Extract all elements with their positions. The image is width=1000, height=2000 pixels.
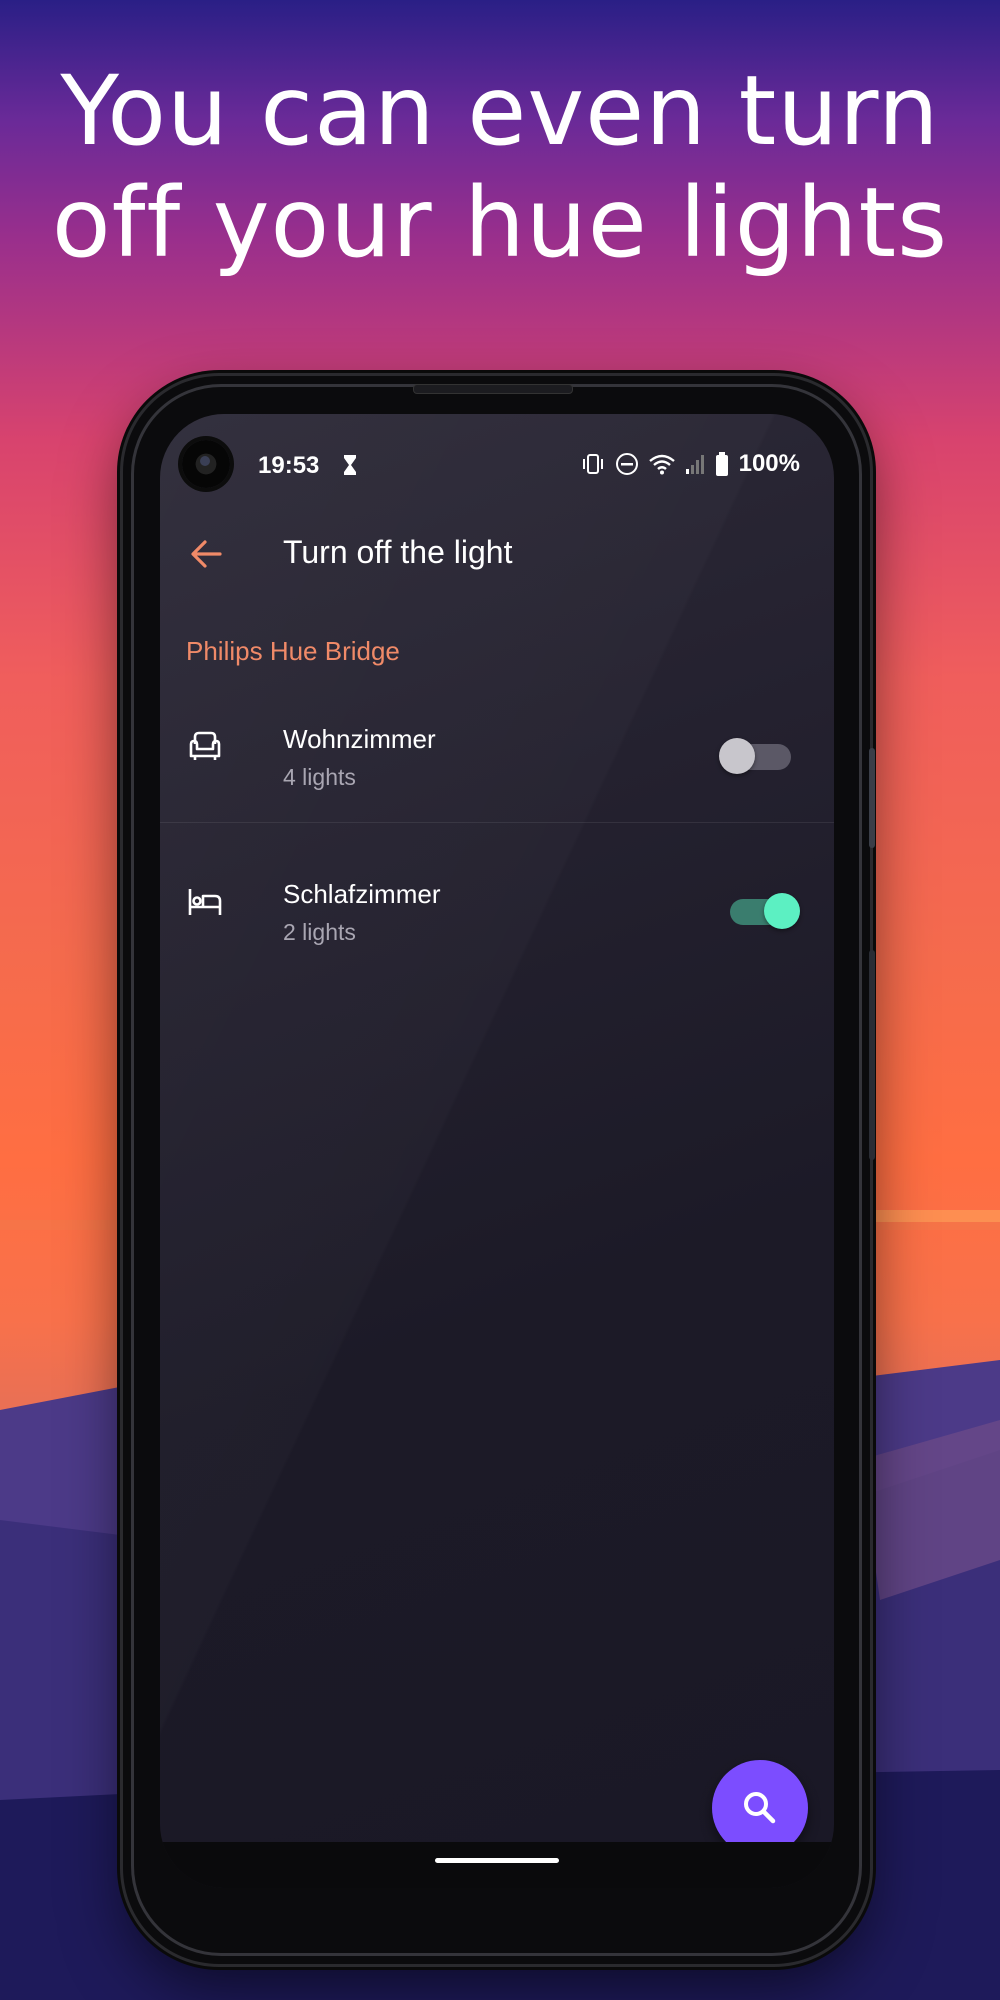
room-name: Schlafzimmer xyxy=(283,879,441,909)
divider xyxy=(160,822,834,823)
front-camera xyxy=(182,440,230,488)
battery-icon xyxy=(715,452,728,476)
wifi-icon xyxy=(648,454,675,475)
battery-percent: 100% xyxy=(738,450,800,477)
phone-screen: 19:53 100% Turn off the light Philips Hu… xyxy=(160,414,834,1888)
status-time: 19:53 xyxy=(258,452,320,479)
navigation-bar xyxy=(160,1842,834,1888)
status-icons: 100% xyxy=(581,450,800,478)
volume-button xyxy=(869,748,875,848)
section-header: Philips Hue Bridge xyxy=(186,636,400,666)
bed-icon xyxy=(188,889,222,915)
earpiece-speaker xyxy=(413,384,573,394)
app-bar: Turn off the light xyxy=(160,514,834,594)
gesture-handle[interactable] xyxy=(435,1858,559,1863)
power-button xyxy=(869,950,875,1160)
light-toggle-wohnzimmer[interactable] xyxy=(719,738,791,774)
headline: You can even turn off your hue lights xyxy=(0,55,1000,279)
hourglass-icon xyxy=(344,455,356,475)
light-toggle-schlafzimmer[interactable] xyxy=(730,893,800,929)
headline-line-2: off your hue lights xyxy=(51,167,949,279)
room-item-schlafzimmer[interactable]: Schlafzimmer 2 lights xyxy=(160,859,834,989)
search-icon xyxy=(744,1792,776,1824)
vibrate-icon xyxy=(582,454,603,474)
signal-icon xyxy=(685,455,704,474)
room-light-count: 4 lights xyxy=(283,764,356,790)
page-title: Turn off the light xyxy=(283,534,513,570)
arrow-left-icon[interactable] xyxy=(188,536,224,572)
armchair-icon xyxy=(189,731,221,760)
toggle-thumb xyxy=(764,893,800,929)
room-name: Wohnzimmer xyxy=(283,724,436,754)
room-light-count: 2 lights xyxy=(283,919,356,945)
room-item-wohnzimmer[interactable]: Wohnzimmer 4 lights xyxy=(160,704,834,834)
toggle-thumb xyxy=(719,738,755,774)
headline-line-1: You can even turn xyxy=(60,55,940,167)
do-not-disturb-icon xyxy=(615,453,638,475)
